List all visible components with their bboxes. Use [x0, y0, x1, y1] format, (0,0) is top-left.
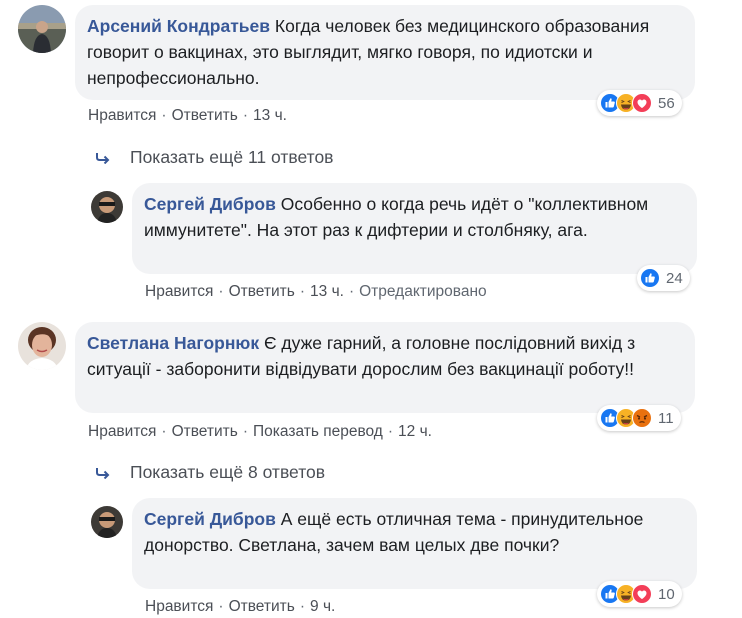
edited-label[interactable]: Отредактировано	[359, 283, 487, 300]
reaction-count: 10	[658, 585, 675, 603]
love-icon	[632, 584, 652, 604]
show-translation-link[interactable]: Показать перевод	[253, 423, 383, 440]
love-icon	[632, 93, 652, 113]
avatar-photo	[18, 5, 66, 53]
comment-bubble: Арсений Кондратьев Когда человек без мед…	[75, 5, 695, 100]
avatar-photo	[91, 191, 123, 223]
avatar[interactable]	[18, 5, 66, 53]
comment-bubble: Сергей Дибров А ещё есть отличная тема -…	[132, 498, 697, 589]
timestamp[interactable]: 12 ч.	[398, 423, 432, 440]
timestamp[interactable]: 9 ч.	[310, 598, 335, 615]
comment-author[interactable]: Сергей Дибров	[144, 509, 276, 529]
like-link[interactable]: Нравится	[88, 423, 156, 440]
show-more-replies[interactable]: Показать ещё 8 ответов	[96, 462, 325, 483]
avatar[interactable]	[91, 506, 123, 538]
comment-bubble: Светлана Нагорнюк Є дуже гарний, а голов…	[75, 322, 695, 413]
like-icon	[640, 268, 660, 288]
show-more-replies[interactable]: Показать ещё 11 ответов	[96, 147, 333, 168]
reactions-summary[interactable]: 10	[597, 581, 682, 607]
comment-author[interactable]: Арсений Кондратьев	[87, 16, 270, 36]
avatar-photo	[18, 322, 66, 370]
timestamp[interactable]: 13 ч.	[310, 283, 344, 300]
show-more-replies-label: Показать ещё 11 ответов	[130, 147, 334, 167]
reactions-summary[interactable]: 11	[597, 405, 681, 431]
reply-arrow-icon	[96, 152, 110, 164]
avatar-photo	[91, 506, 123, 538]
comment-actions: Нравится · Ответить · 13 ч. · Отредактировано	[145, 283, 487, 300]
timestamp[interactable]: 13 ч.	[253, 107, 287, 124]
show-more-replies-label: Показать ещё 8 ответов	[130, 462, 326, 482]
reply-link[interactable]: Ответить	[172, 107, 238, 124]
reaction-count: 24	[666, 269, 683, 287]
avatar[interactable]	[91, 191, 123, 223]
angry-icon	[632, 408, 652, 428]
avatar[interactable]	[18, 322, 66, 370]
reply-arrow-icon	[96, 467, 110, 479]
reply-link[interactable]: Ответить	[172, 423, 238, 440]
reactions-summary[interactable]: 24	[637, 265, 690, 291]
reaction-count: 56	[658, 94, 675, 112]
comment-actions: Нравится · Ответить · 13 ч.	[88, 107, 287, 124]
comment-author[interactable]: Сергей Дибров	[144, 194, 276, 214]
comment-bubble: Сергей Дибров Особенно о когда речь идёт…	[132, 183, 697, 274]
like-link[interactable]: Нравится	[145, 598, 213, 615]
reply-link[interactable]: Ответить	[229, 598, 295, 615]
reply-link[interactable]: Ответить	[229, 283, 295, 300]
comment-actions: Нравится · Ответить · Показать перевод · 12 ч.	[88, 423, 432, 440]
reaction-count: 11	[658, 409, 674, 427]
comment-author[interactable]: Светлана Нагорнюк	[87, 333, 259, 353]
reactions-summary[interactable]: 56	[597, 90, 682, 116]
comment-actions: Нравится · Ответить · 9 ч.	[145, 598, 336, 615]
like-link[interactable]: Нравится	[145, 283, 213, 300]
like-link[interactable]: Нравится	[88, 107, 156, 124]
